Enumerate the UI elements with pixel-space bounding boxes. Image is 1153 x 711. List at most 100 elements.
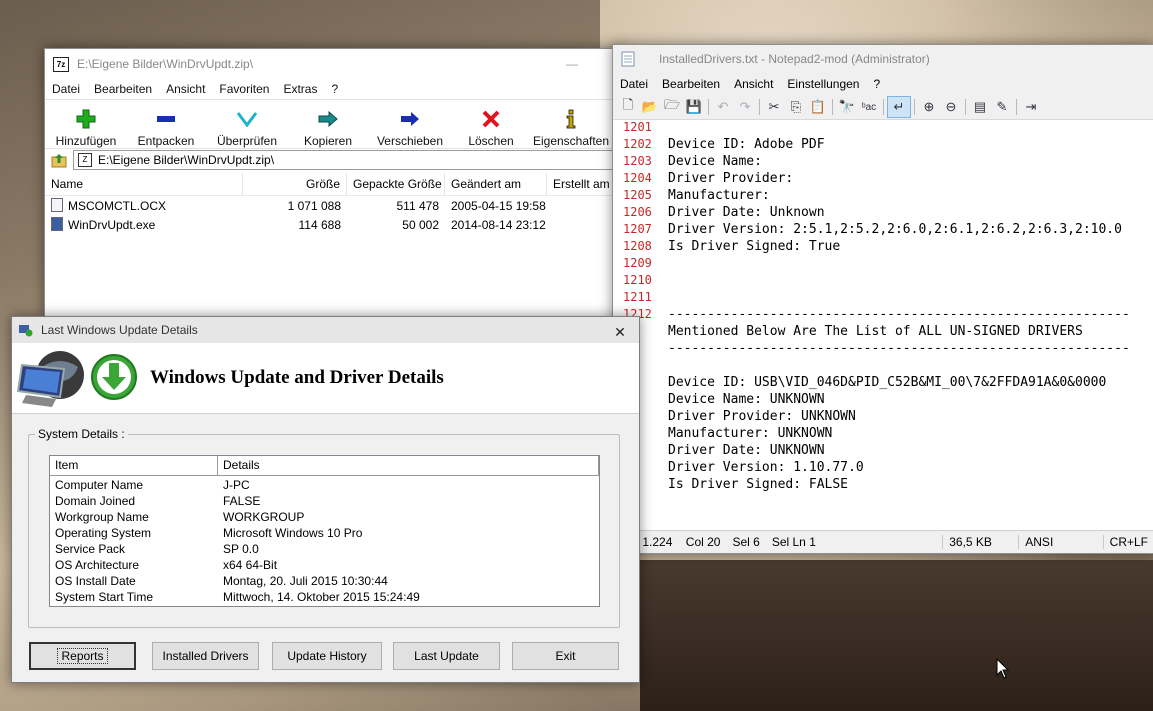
toolbar-button-5[interactable]: Löschen xyxy=(451,102,531,148)
list-item[interactable]: Computer Name J-PC xyxy=(50,477,599,493)
reports-button[interactable]: Reports xyxy=(29,642,136,670)
code-line: Is Driver Signed: True xyxy=(668,239,841,254)
np-menu-item-3[interactable]: Einstellungen xyxy=(780,77,866,91)
list-item[interactable]: System Start Time Mittwoch, 14. Oktober 2… xyxy=(50,589,599,605)
file-row[interactable]: MSCOMCTL.OCX 1 071 088 511 478 2005-04-15 1… xyxy=(45,196,625,215)
address-input[interactable]: Z E:\Eigene Bilder\WinDrvUpdt.zip\ xyxy=(73,150,625,170)
save-icon[interactable]: 💾 xyxy=(683,97,705,117)
column-header-1[interactable]: Größe xyxy=(243,173,347,195)
toolbar-button-label: Löschen xyxy=(468,134,514,148)
scheme-icon[interactable]: ▤ xyxy=(969,97,991,117)
menu-item-3[interactable]: Favoriten xyxy=(212,82,276,96)
close-icon[interactable]: ✕ xyxy=(602,317,638,347)
list-item[interactable]: Domain Joined FALSE xyxy=(50,493,599,509)
zip-archive-icon: Z xyxy=(78,153,92,167)
toolbar-button-6[interactable]: Eigenschaften xyxy=(531,102,611,148)
column-header-4[interactable]: Erstellt am xyxy=(547,173,617,195)
paste-icon[interactable]: 📋 xyxy=(807,97,829,117)
column-header-0[interactable]: Name xyxy=(45,173,243,195)
menu-item-0[interactable]: Datei xyxy=(45,82,87,96)
menu-item-5[interactable]: ? xyxy=(324,82,345,96)
list-item[interactable]: Workgroup Name WORKGROUP xyxy=(50,509,599,525)
dialog-title: Last Windows Update Details xyxy=(41,323,198,337)
7zip-address-bar: Z E:\Eigene Bilder\WinDrvUpdt.zip\ xyxy=(45,148,625,171)
column-header-3[interactable]: Geändert am xyxy=(445,173,547,195)
zoom-in-icon[interactable]: ⊕ xyxy=(918,97,940,117)
7zip-column-headers: Name Größe Gepackte Größe Geändert am Erstel… xyxy=(45,173,625,196)
file-row[interactable]: WinDrvUpdt.exe 114 688 50 002 2014-08-14 23… xyxy=(45,215,625,234)
file-packed: 50 002 xyxy=(402,217,439,232)
editor-content[interactable]: Device ID: Adobe PDF Device Name: Driver P… xyxy=(668,120,1153,528)
copy-icon[interactable]: ⎘ xyxy=(785,97,807,117)
np-menu-item-1[interactable]: Bearbeiten xyxy=(655,77,727,91)
list-item[interactable]: OS Architecture x64 64-Bit xyxy=(50,557,599,573)
dialog-header: Windows Update and Driver Details xyxy=(12,343,639,414)
code-line: Device Name: xyxy=(668,154,762,169)
toolbar-separator xyxy=(1016,99,1017,115)
customize-icon[interactable]: ✎ xyxy=(991,97,1013,117)
cut-icon[interactable]: ✂ xyxy=(763,97,785,117)
exit-button[interactable]: Exit xyxy=(512,642,619,670)
browse-icon[interactable]: 🗁 xyxy=(661,97,683,117)
zoom-out-icon[interactable]: ⊖ xyxy=(940,97,962,117)
column-item[interactable]: Item xyxy=(50,456,218,475)
find-icon[interactable]: 🔭 xyxy=(836,97,858,117)
item-cell: System Start Time xyxy=(55,590,154,604)
list-item[interactable]: OS Install Date Montag, 20. Juli 2015 10:… xyxy=(50,573,599,589)
toolbar-button-label: Hinzufügen xyxy=(55,134,117,148)
toolbar-button-4[interactable]: Verschieben xyxy=(369,102,451,148)
update-history-button[interactable]: Update History xyxy=(272,642,382,670)
notepad2-titlebar[interactable]: InstalledDrivers.txt - Notepad2-mod (Adm… xyxy=(613,45,1153,73)
group-label: System Details : xyxy=(35,427,128,441)
word-wrap-icon[interactable]: ↵ xyxy=(887,96,911,118)
toolbar-button-2[interactable]: Überprüfen xyxy=(207,102,287,148)
list-item[interactable]: Operating System Microsoft Windows 10 Pro xyxy=(50,525,599,541)
new-file-icon[interactable]: 🗋 xyxy=(617,97,639,117)
list-item[interactable]: Service Pack SP 0.0 xyxy=(50,541,599,557)
toolbar-button-label: Verschieben xyxy=(376,134,444,148)
file-name: WinDrvUpdt.exe xyxy=(68,218,156,232)
toolbar-button-3[interactable]: Kopieren xyxy=(287,102,369,148)
np-menu-item-2[interactable]: Ansicht xyxy=(727,77,780,91)
menu-item-4[interactable]: Extras xyxy=(276,82,324,96)
file-size: 114 688 xyxy=(298,217,342,232)
system-details-list[interactable]: Item Details Computer Name J-PC Domain Joi… xyxy=(49,455,600,607)
np-menu-item-0[interactable]: Datei xyxy=(613,77,655,91)
text-editor[interactable]: 1201 1202 1203 1204 1205 1206 1207 1208 1209 1210… xyxy=(613,120,1153,528)
toolbar-button-0[interactable]: Hinzufügen xyxy=(47,102,125,148)
toolbar-button-label: Eigenschaften xyxy=(532,134,610,148)
file-name: MSCOMCTL.OCX xyxy=(45,198,243,213)
status-eol: CR+LF xyxy=(1102,535,1153,549)
last-update-button[interactable]: Last Update xyxy=(393,642,500,670)
exit-icon[interactable]: ⇥ xyxy=(1020,97,1042,117)
menu-item-2[interactable]: Ansicht xyxy=(159,82,212,96)
7zip-window: 7z E:\Eigene Bilder\WinDrvUpdt.zip\ — Da… xyxy=(44,48,626,320)
minimize-button[interactable]: — xyxy=(550,49,594,79)
column-header-2[interactable]: Gepackte Größe xyxy=(347,173,445,195)
dialog-titlebar[interactable]: Last Windows Update Details ✕ xyxy=(12,317,639,343)
detail-cell: x64 64-Bit xyxy=(223,558,278,572)
open-folder-icon[interactable]: 📂 xyxy=(639,97,661,117)
minus-icon xyxy=(156,108,176,130)
7zip-titlebar[interactable]: 7z E:\Eigene Bilder\WinDrvUpdt.zip\ — xyxy=(45,49,625,79)
installed-drivers-button[interactable]: Installed Drivers xyxy=(152,642,259,670)
code-line: Device ID: Adobe PDF xyxy=(668,137,825,152)
redo-icon[interactable]: ↷ xyxy=(734,97,756,117)
notepad2-window: InstalledDrivers.txt - Notepad2-mod (Adm… xyxy=(612,44,1153,554)
notepad-toolbar: 🗋 📂 🗁 💾 ↶ ↷ ✂ ⎘ 📋 🔭 ᵇac ↵ ⊕ ⊖ ▤ ✎ ⇥ xyxy=(613,95,1153,120)
line-number: 1211 xyxy=(623,290,652,304)
delete-x-icon xyxy=(482,108,500,130)
toolbar-button-1[interactable]: Entpacken xyxy=(125,102,207,148)
file-name: WinDrvUpdt.exe xyxy=(45,217,243,232)
np-menu-item-4[interactable]: ? xyxy=(866,77,887,91)
column-details[interactable]: Details xyxy=(218,456,599,475)
undo-icon[interactable]: ↶ xyxy=(712,97,734,117)
folder-up-icon[interactable] xyxy=(49,150,69,170)
replace-icon[interactable]: ᵇac xyxy=(858,97,880,117)
notepad-icon xyxy=(621,51,635,67)
item-cell: OS Install Date xyxy=(55,574,136,588)
detail-cell: Montag, 20. Juli 2015 10:30:44 xyxy=(223,574,388,588)
menu-item-1[interactable]: Bearbeiten xyxy=(87,82,159,96)
